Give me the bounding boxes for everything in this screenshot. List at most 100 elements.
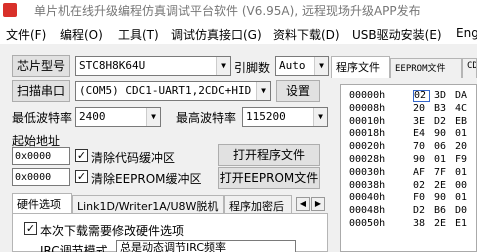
chevron-down-icon[interactable]: ▼ bbox=[313, 108, 327, 126]
clear-eeprom-buffer-checkbox[interactable]: ✓ bbox=[75, 170, 88, 183]
hex-byte[interactable]: 01 bbox=[455, 192, 471, 203]
min-baud-label: 最低波特率 bbox=[12, 111, 73, 125]
hex-byte[interactable]: 01 bbox=[455, 167, 471, 178]
serial-port-select[interactable]: (COM5) CDC1-UART1,2CDC+HID ▼ bbox=[75, 81, 271, 101]
hex-byte[interactable]: 90 bbox=[434, 128, 450, 139]
menu-program[interactable]: 编程(O) bbox=[60, 26, 103, 43]
hex-byte[interactable]: 02 bbox=[413, 180, 429, 191]
hex-byte[interactable]: B6 bbox=[434, 205, 450, 216]
hex-byte[interactable]: 00 bbox=[455, 180, 471, 191]
hex-byte[interactable]: 20 bbox=[413, 103, 429, 114]
clear-eeprom-buffer-label: 清除EEPROM缓冲区 bbox=[91, 172, 202, 186]
title-bar: 单片机在线升级编程仿真调试平台软件 (V6.95A), 远程现场升级APP发布 bbox=[0, 0, 477, 22]
hex-byte[interactable]: E4 bbox=[413, 128, 429, 139]
tab-hardware-options[interactable]: 硬件选项 bbox=[12, 193, 72, 213]
chevron-down-icon[interactable]: ▼ bbox=[314, 57, 328, 75]
hex-row: 00008h 20 B3 4C bbox=[341, 103, 477, 115]
hex-byte[interactable]: 3E bbox=[413, 116, 429, 127]
hex-byte[interactable]: 06 bbox=[434, 141, 450, 152]
hex-byte[interactable]: 2E bbox=[434, 218, 450, 229]
pin-count-label: 引脚数 bbox=[234, 61, 271, 75]
tab-scroll-right-icon[interactable]: ▶ bbox=[311, 197, 325, 211]
pin-count-select[interactable]: Auto ▼ bbox=[275, 56, 329, 76]
hex-address: 00000h bbox=[349, 90, 386, 101]
open-program-file-button[interactable]: 打开程序文件 bbox=[218, 144, 320, 166]
irc-mode-select[interactable]: 总是动态调节IRC频率 bbox=[116, 240, 296, 252]
hex-byte[interactable]: 2E bbox=[434, 180, 450, 191]
chevron-down-icon[interactable]: ▼ bbox=[146, 108, 160, 126]
eeprom-start-address-input[interactable]: 0x0000 bbox=[12, 168, 70, 186]
chip-model-button[interactable]: 芯片型号 bbox=[12, 55, 70, 77]
hex-byte[interactable]: 70 bbox=[413, 141, 429, 152]
min-baud-value: 2400 bbox=[79, 110, 106, 123]
hex-byte[interactable]: 01 bbox=[434, 154, 450, 165]
hex-row: 00050h 38 2E E1 bbox=[341, 218, 477, 230]
hex-address: 00038h bbox=[349, 179, 386, 191]
serial-port-value: (COM5) CDC1-UART1,2CDC+HID bbox=[79, 84, 252, 97]
hex-byte[interactable]: 01 bbox=[455, 128, 471, 139]
hex-row: 00000h 02 3D DA bbox=[341, 90, 477, 102]
open-eeprom-file-button[interactable]: 打开EEPROM文件 bbox=[218, 167, 320, 189]
hex-byte[interactable]: E1 bbox=[455, 218, 471, 229]
tab-program-encryption[interactable]: 程序加密后 bbox=[224, 195, 292, 213]
hex-byte[interactable]: 7F bbox=[434, 167, 450, 178]
hex-row: 00038h 02 2E 00 bbox=[341, 180, 477, 192]
scan-port-button[interactable]: 扫描串口 bbox=[12, 80, 70, 102]
menu-usb-driver[interactable]: USB驱动安装(E) bbox=[352, 26, 442, 43]
menu-file[interactable]: 文件(F) bbox=[6, 26, 46, 43]
tab-eeprom-file[interactable]: EEPROM文件 bbox=[390, 58, 462, 78]
hex-byte[interactable]: 4C bbox=[455, 103, 471, 114]
irc-mode-label: IRC调节模式 bbox=[40, 244, 108, 252]
hex-byte[interactable]: D2 bbox=[434, 116, 450, 127]
chevron-down-icon[interactable]: ▼ bbox=[216, 57, 230, 75]
clear-code-buffer-checkbox[interactable]: ✓ bbox=[75, 149, 88, 162]
chevron-down-icon[interactable]: ▼ bbox=[256, 82, 270, 100]
hex-byte[interactable]: DA bbox=[455, 90, 471, 101]
hex-byte[interactable]: 3D bbox=[434, 90, 450, 101]
hex-byte[interactable]: B3 bbox=[434, 103, 450, 114]
hex-view[interactable]: 00000h 02 3D DA 00008h 20 B3 4C 00010h 3E D2 EB 0001… bbox=[340, 84, 477, 252]
min-baud-select[interactable]: 2400 ▼ bbox=[75, 107, 161, 127]
tab-scroll-left-icon[interactable]: ◀ bbox=[296, 197, 310, 211]
hex-address: 00030h bbox=[349, 166, 386, 178]
hex-byte[interactable]: 20 bbox=[455, 141, 471, 152]
hex-row: 00020h 70 06 20 bbox=[341, 141, 477, 153]
irc-mode-value: 总是动态调节IRC频率 bbox=[120, 241, 227, 252]
modify-hardware-options-checkbox[interactable]: ✓ bbox=[24, 222, 37, 235]
hex-row: 00018h E4 90 01 bbox=[341, 128, 477, 140]
hex-byte[interactable]: D2 bbox=[413, 205, 429, 216]
hex-byte[interactable]: 90 bbox=[434, 192, 450, 203]
hex-address: 00050h bbox=[349, 218, 386, 229]
hex-address: 00048h bbox=[349, 205, 386, 217]
modify-hardware-options-label: 本次下载需要修改硬件选项 bbox=[40, 224, 185, 238]
tab-offline-writer[interactable]: Link1D/Writer1A/U8W脱机 bbox=[72, 195, 224, 213]
menu-download[interactable]: 资料下载(D) bbox=[273, 26, 340, 43]
chip-model-value: STC8H8K64U bbox=[79, 59, 146, 72]
menu-debug[interactable]: 调试仿真接口(G) bbox=[171, 26, 262, 43]
port-settings-button[interactable]: 设置 bbox=[276, 80, 320, 102]
menu-tools[interactable]: 工具(T) bbox=[118, 26, 159, 43]
hex-byte[interactable]: D0 bbox=[455, 205, 471, 216]
hex-byte[interactable]: F9 bbox=[455, 154, 471, 165]
hex-byte[interactable]: F0 bbox=[413, 192, 429, 203]
tab-cd[interactable]: CD bbox=[462, 58, 477, 78]
hex-row: 00028h 90 01 F9 bbox=[341, 154, 477, 166]
hex-byte[interactable]: 90 bbox=[413, 154, 429, 165]
hex-row: 00010h 3E D2 EB bbox=[341, 116, 477, 128]
max-baud-label: 最高波特率 bbox=[176, 111, 237, 125]
hex-row: 00040h F0 90 01 bbox=[341, 192, 477, 204]
pin-count-value: Auto bbox=[279, 59, 306, 72]
hex-row: 00030h AF 7F 01 bbox=[341, 167, 477, 179]
hex-byte[interactable]: 02 bbox=[413, 90, 430, 102]
chip-model-select[interactable]: STC8H8K64U ▼ bbox=[75, 56, 231, 76]
hex-address: 00008h bbox=[349, 102, 386, 114]
code-start-address-input[interactable]: 0x0000 bbox=[12, 147, 70, 165]
hex-byte[interactable]: EB bbox=[455, 116, 471, 127]
hex-byte[interactable]: 38 bbox=[413, 218, 429, 229]
max-baud-select[interactable]: 115200 ▼ bbox=[242, 107, 328, 127]
tab-program-file[interactable]: 程序文件 bbox=[331, 56, 390, 78]
menu-language[interactable]: Eng bbox=[456, 26, 477, 40]
window-title: 单片机在线升级编程仿真调试平台软件 (V6.95A), 远程现场升级APP发布 bbox=[34, 4, 421, 18]
clear-code-buffer-label: 清除代码缓冲区 bbox=[91, 151, 176, 165]
hex-byte[interactable]: AF bbox=[413, 167, 429, 178]
